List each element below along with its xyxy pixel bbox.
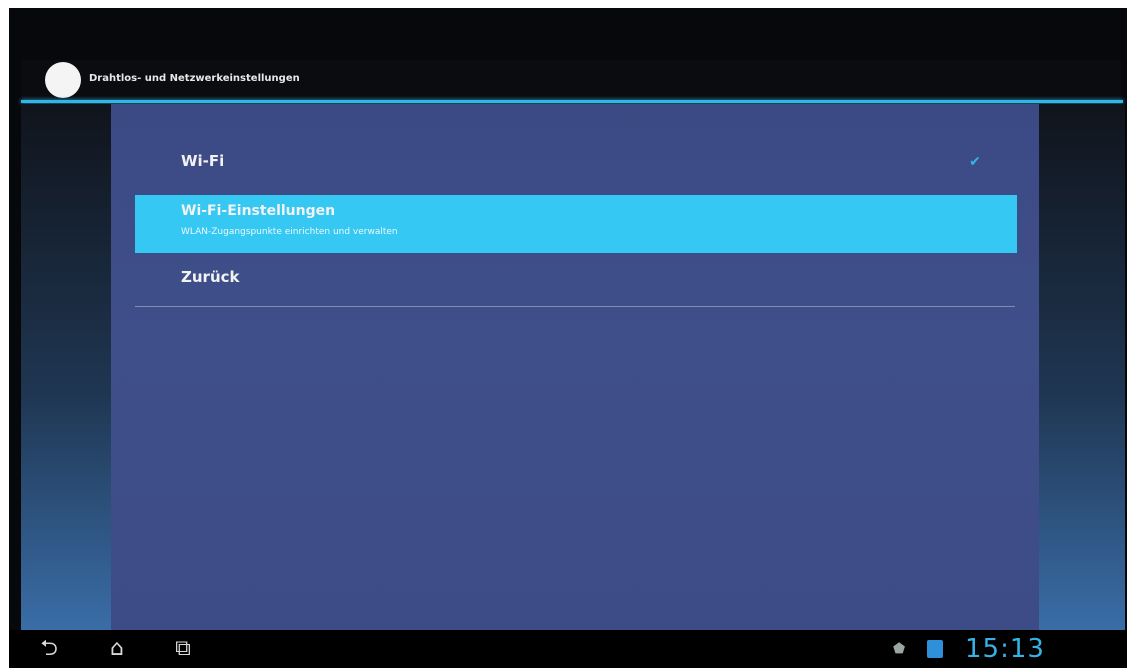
recent-apps-icon[interactable]: ⧉ — [165, 636, 201, 662]
setting-wifi-toggle[interactable]: Wi-Fi ✔ — [129, 132, 1015, 192]
setting-summary: WLAN-Zugangspunkte einrichten und verwal… — [181, 227, 398, 237]
wifi-checkbox[interactable]: ✔ — [967, 154, 983, 170]
settings-app-icon[interactable] — [45, 62, 81, 98]
wallpaper-right — [1039, 104, 1125, 630]
system-bar: ⮌ ⌂ ⧉ ⬟ 15:13 — [9, 630, 1127, 668]
setting-back[interactable]: Zurück — [129, 256, 1015, 302]
shopping-bag-icon[interactable]: ⬟ — [893, 641, 909, 657]
list-divider — [135, 306, 1015, 307]
back-icon[interactable]: ⮌ — [31, 636, 67, 662]
action-bar-title: Drahtlos- und Netzwerkeinstellungen — [89, 73, 300, 84]
setting-title: Wi-Fi-Einstellungen — [181, 203, 336, 219]
setting-wifi-settings[interactable]: Wi-Fi-Einstellungen WLAN-Zugangspunkte e… — [135, 195, 1017, 253]
home-icon[interactable]: ⌂ — [99, 636, 135, 662]
status-clock[interactable]: 15:13 — [965, 634, 1045, 664]
wallpaper-left — [21, 104, 111, 630]
notification-icon[interactable] — [927, 640, 943, 658]
action-bar-divider — [21, 100, 1123, 103]
action-bar: Drahtlos- und Netzwerkeinstellungen — [21, 60, 1121, 100]
setting-title: Wi-Fi — [181, 152, 225, 170]
device-screen: Drahtlos- und Netzwerkeinstellungen Wi-F… — [9, 8, 1127, 668]
setting-title: Zurück — [181, 268, 240, 286]
settings-list: Wi-Fi ✔ Wi-Fi-Einstellungen WLAN-Zugangs… — [111, 104, 1039, 630]
